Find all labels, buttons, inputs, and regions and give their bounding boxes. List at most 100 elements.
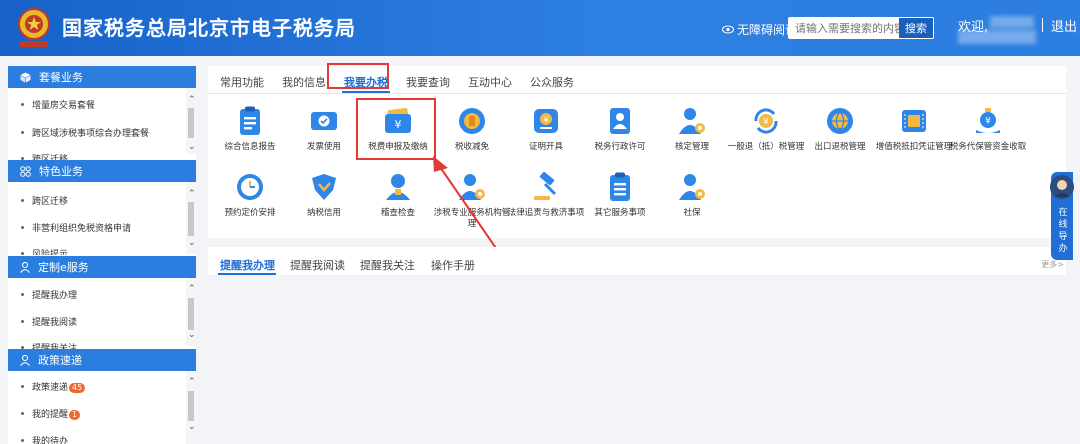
service-legal-remedy[interactable]: 法律追责与救济事项 bbox=[506, 172, 586, 219]
tab-manual[interactable]: 操作手册 bbox=[431, 257, 475, 273]
money-bag-icon: ¥ bbox=[976, 108, 1000, 133]
active-tab-indicator bbox=[342, 91, 390, 93]
sidebar-section-title: 政策速递 bbox=[38, 354, 82, 367]
service-other[interactable]: 其它服务事项 bbox=[580, 172, 660, 219]
service-label: 纳税信用 bbox=[306, 208, 341, 218]
refund-icon: ¥ bbox=[754, 108, 778, 134]
annotation-arrow-icon bbox=[433, 156, 501, 255]
tax-emblem-icon bbox=[18, 8, 50, 47]
tab-highlight-box bbox=[327, 63, 389, 89]
cube-icon bbox=[20, 72, 31, 82]
svg-text:¥: ¥ bbox=[543, 116, 548, 125]
sidebar-section-custom[interactable]: 定制e服务 bbox=[8, 256, 196, 278]
active-tab-indicator bbox=[218, 273, 276, 275]
search-input[interactable] bbox=[795, 18, 899, 38]
service-label: 预约定价安排 bbox=[224, 208, 276, 218]
sidebar-item[interactable]: 跨区域涉税事项综合办理套餐 bbox=[8, 126, 186, 139]
service-label: 税务代保管资金收取 bbox=[949, 142, 1027, 152]
service-label: 其它服务事项 bbox=[594, 208, 646, 218]
inspector-icon bbox=[386, 174, 410, 200]
scroll-thumb[interactable] bbox=[188, 108, 194, 138]
service-export-refund[interactable]: 出口退税管理 bbox=[800, 106, 880, 153]
clock-icon bbox=[237, 174, 263, 200]
service-administrative-license[interactable]: 税务行政许可 bbox=[580, 106, 660, 153]
service-social-security[interactable]: 社保 bbox=[652, 172, 732, 219]
tab-common[interactable]: 常用功能 bbox=[220, 74, 264, 90]
chevron-up-icon[interactable]: ⌃ bbox=[188, 189, 196, 199]
sidebar-item-label: 我的提醒 bbox=[32, 410, 69, 420]
tab-public-service[interactable]: 公众服务 bbox=[530, 74, 574, 90]
service-comprehensive-report[interactable]: 综合信息报告 bbox=[210, 106, 290, 153]
sidebar-section-package[interactable]: 套餐业务 bbox=[8, 66, 196, 88]
sidebar-item[interactable]: 非营利组织免税资格申请 bbox=[8, 221, 186, 234]
scroll-thumb[interactable] bbox=[188, 391, 194, 421]
person-gear-icon bbox=[679, 174, 705, 200]
sidebar: 套餐业务 ⌃ ⌄ 增量房交易套餐 跨区域涉税事项综合办理套餐 跨区迁移 特色业务… bbox=[8, 66, 196, 444]
eye-icon bbox=[722, 25, 734, 34]
tab-remind-follow[interactable]: 提醒我关注 bbox=[360, 257, 415, 273]
user-info-mask bbox=[958, 30, 1036, 44]
app-title: 国家税务总局北京市电子税务局 bbox=[62, 16, 356, 40]
invoice-icon bbox=[311, 112, 337, 130]
chevron-up-icon[interactable]: ⌃ bbox=[188, 284, 196, 294]
sidebar-item-label: 政策速递 bbox=[32, 383, 69, 393]
user-icon bbox=[20, 261, 30, 273]
tab-interaction[interactable]: 互动中心 bbox=[468, 74, 512, 90]
report-icon bbox=[240, 106, 260, 135]
online-guide-label: 在线导办 bbox=[1058, 208, 1068, 254]
tab-remind-handle[interactable]: 提醒我办理 bbox=[220, 257, 275, 273]
service-tax-reduction[interactable]: 税收减免 bbox=[432, 106, 512, 153]
scroll-thumb[interactable] bbox=[188, 298, 194, 330]
header-bar: 国家税务总局北京市电子税务局 无障碍阅读 搜索 欢迎, 退出 bbox=[0, 0, 1080, 56]
chevron-down-icon[interactable]: ⌄ bbox=[188, 330, 196, 340]
sidebar-item-policy[interactable]: 政策速递 45 bbox=[8, 380, 186, 393]
count-badge: 1 bbox=[69, 410, 81, 420]
service-certificate[interactable]: ¥ 证明开具 bbox=[506, 106, 586, 153]
sidebar-section-policy[interactable]: 政策速递 bbox=[8, 349, 196, 371]
ticket-icon bbox=[902, 110, 926, 132]
sidebar-section-title: 定制e服务 bbox=[38, 261, 89, 274]
service-vat-voucher[interactable]: 增值税抵扣凭证管理 bbox=[874, 106, 954, 153]
sidebar-item[interactable]: 跨区迁移 bbox=[8, 194, 186, 207]
scroll-thumb[interactable] bbox=[188, 202, 194, 236]
sidebar-item[interactable]: 增量房交易套餐 bbox=[8, 98, 186, 111]
sidebar-item[interactable]: 提醒我办理 bbox=[8, 288, 186, 301]
service-custody-funds[interactable]: ¥ 税务代保管资金收取 bbox=[948, 106, 1028, 153]
chevron-down-icon[interactable]: ⌄ bbox=[188, 142, 196, 152]
service-label: 法律追责与救济事项 bbox=[507, 208, 585, 218]
person-gear-icon bbox=[679, 108, 705, 134]
service-label: 综合信息报告 bbox=[224, 142, 276, 152]
service-label: 增值税抵扣凭证管理 bbox=[875, 142, 953, 152]
assistant-avatar-icon bbox=[1050, 175, 1074, 199]
service-label: 出口退税管理 bbox=[814, 142, 866, 152]
sidebar-item[interactable]: 提醒我关注 bbox=[8, 341, 186, 349]
logout-divider bbox=[1042, 18, 1043, 32]
service-invoice[interactable]: 发票使用 bbox=[284, 106, 364, 153]
tab-remind-read[interactable]: 提醒我阅读 bbox=[290, 257, 345, 273]
service-tax-credit[interactable]: 纳税信用 bbox=[284, 172, 364, 219]
service-label: 税务行政许可 bbox=[594, 142, 646, 152]
sidebar-item[interactable]: 提醒我阅读 bbox=[8, 315, 186, 328]
service-advance-pricing[interactable]: 预约定价安排 bbox=[210, 172, 290, 219]
sidebar-item[interactable]: 跨区迁移 bbox=[8, 152, 186, 160]
count-badge: 45 bbox=[69, 383, 86, 393]
accessibility-toggle[interactable]: 无障碍阅读 bbox=[722, 21, 797, 38]
service-label: 核定管理 bbox=[674, 142, 709, 152]
sidebar-section-special[interactable]: 特色业务 bbox=[8, 160, 196, 182]
sidebar-item-reminder[interactable]: 我的提醒 1 bbox=[8, 407, 186, 420]
chevron-up-icon[interactable]: ⌃ bbox=[188, 377, 196, 387]
chevron-up-icon[interactable]: ⌃ bbox=[188, 95, 196, 105]
tab-my-info[interactable]: 我的信息 bbox=[282, 74, 326, 90]
coin-icon bbox=[459, 108, 485, 134]
service-label: 证明开具 bbox=[528, 142, 563, 152]
tab-query[interactable]: 我要查询 bbox=[406, 74, 450, 90]
logout-link[interactable]: 退出 bbox=[1051, 16, 1077, 35]
service-tax-refund[interactable]: ¥ 一般退（抵）税管理 bbox=[726, 106, 806, 153]
chevron-down-icon[interactable]: ⌄ bbox=[188, 422, 196, 432]
chevron-down-icon[interactable]: ⌄ bbox=[188, 238, 196, 248]
search-button[interactable]: 搜索 bbox=[899, 18, 933, 38]
service-assessment-management[interactable]: 核定管理 bbox=[652, 106, 732, 153]
sidebar-item[interactable]: 我的待办 bbox=[8, 434, 186, 444]
sidebar-item[interactable]: 风险提示 bbox=[8, 247, 186, 255]
more-link[interactable]: 更多> bbox=[1041, 259, 1064, 270]
